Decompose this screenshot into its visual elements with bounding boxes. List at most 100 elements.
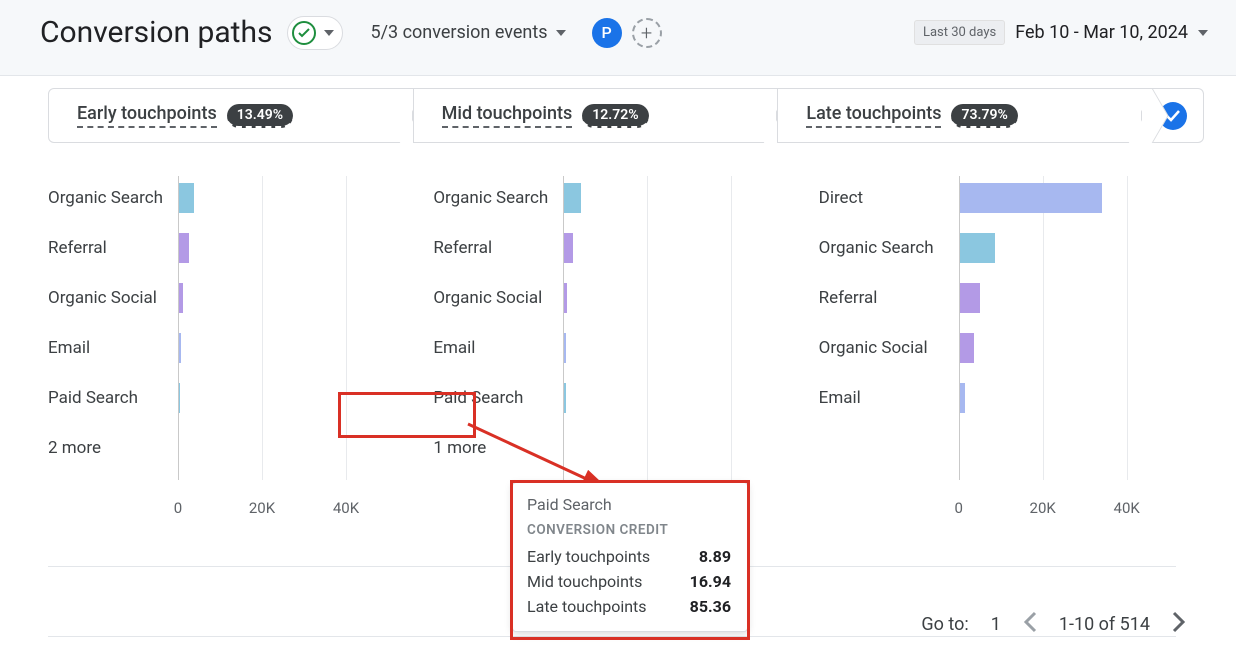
goto-page-input[interactable]: 1 xyxy=(991,614,1001,635)
bar[interactable] xyxy=(179,383,180,413)
segment-chip[interactable]: P xyxy=(592,18,622,48)
chart-early: Organic Search ReferralOrganic Social Emai… xyxy=(48,173,433,519)
chart-row-more[interactable]: 2 more xyxy=(48,423,433,473)
bar-track xyxy=(178,383,433,413)
tooltip-row-label: Mid touchpoints xyxy=(527,572,642,591)
chart-row: Organic Search xyxy=(48,173,433,223)
chart-more-label: 2 more xyxy=(48,438,178,458)
bar[interactable] xyxy=(564,283,567,313)
bar[interactable] xyxy=(564,333,566,363)
chart-row-label: Paid Search xyxy=(433,388,563,408)
chart-row-label: Organic Search xyxy=(819,238,959,258)
bar[interactable] xyxy=(179,183,194,213)
events-label: 5/3 conversion events xyxy=(371,22,548,43)
chart-row-label: Email xyxy=(433,338,563,358)
tooltip-row: Late touchpoints 85.36 xyxy=(527,594,731,619)
tooltip-row: Early touchpoints 8.89 xyxy=(527,544,731,569)
tab-pct-badge: 73.79% xyxy=(951,104,1017,128)
bar-track xyxy=(959,333,1204,363)
chart-row: Organic Social xyxy=(433,273,818,323)
page-range-text: 1-10 of 514 xyxy=(1059,614,1150,635)
chart-row: Direct xyxy=(819,173,1204,223)
chart-mid: Organic Search Referral Organic Social Emai… xyxy=(433,173,818,519)
dropdown-icon xyxy=(324,30,334,36)
bar-track xyxy=(563,383,818,413)
bar-track xyxy=(563,283,818,313)
tab-label: Late touchpoints xyxy=(806,103,941,128)
add-segment-button[interactable]: + xyxy=(632,18,662,48)
tooltip-row-value: 85.36 xyxy=(690,597,731,616)
chart-row-label: Organic Search xyxy=(48,188,178,208)
tooltip-row-label: Early touchpoints xyxy=(527,547,650,566)
x-tick: 0 xyxy=(954,499,962,517)
bar-track xyxy=(178,183,433,213)
tab-mid-touchpoints[interactable]: Mid touchpoints 12.72% xyxy=(413,88,778,143)
page-title: Conversion paths xyxy=(40,15,273,50)
bar[interactable] xyxy=(179,233,189,263)
chart-row-label: Organic Social xyxy=(819,338,959,358)
chart-row-more xyxy=(819,423,1204,473)
bar-track xyxy=(563,233,818,263)
touchpoint-tabs: Early touchpoints 13.49% Mid touchpoints… xyxy=(48,88,1204,143)
tab-pct-badge: 12.72% xyxy=(582,104,648,128)
bar-track xyxy=(959,383,1204,413)
chart-row: Referral xyxy=(48,223,433,273)
chart-row: Referral xyxy=(819,273,1204,323)
next-page-button[interactable] xyxy=(1172,611,1186,638)
chart-row-label: Paid Search xyxy=(48,388,178,408)
chips: P + xyxy=(592,18,662,48)
x-tick: 20K xyxy=(249,499,275,517)
x-axis: 0 20K 40K xyxy=(819,499,1204,519)
chart-row-label: Organic Social xyxy=(433,288,563,308)
tooltip-subtitle: CONVERSION CREDIT xyxy=(527,522,731,538)
tab-pct-badge: 13.49% xyxy=(227,104,293,128)
x-tick: 0 xyxy=(174,499,182,517)
x-tick: 40K xyxy=(1114,499,1140,517)
chart-row: Referral xyxy=(433,223,818,273)
chart-row: Paid Search xyxy=(48,373,433,423)
tab-label: Early touchpoints xyxy=(77,103,217,128)
prev-page-button[interactable] xyxy=(1023,611,1037,638)
chart-row: Email xyxy=(819,373,1204,423)
chart-row-more[interactable]: 1 more xyxy=(433,423,818,473)
tab-early-touchpoints[interactable]: Early touchpoints 13.49% xyxy=(48,88,413,143)
conversion-events-dropdown[interactable]: 5/3 conversion events xyxy=(371,22,566,43)
chart-row: Organic Social xyxy=(48,273,433,323)
x-tick: 20K xyxy=(1030,499,1056,517)
chart-row: Organic Search xyxy=(433,173,818,223)
chart-row-label: Direct xyxy=(819,188,959,208)
bar[interactable] xyxy=(960,183,1103,213)
bar[interactable] xyxy=(179,283,183,313)
chart-late: Direct Organic Search Referral Organic Soci… xyxy=(819,173,1204,519)
chart-row-label: Email xyxy=(819,388,959,408)
bar[interactable] xyxy=(960,283,980,313)
chart-row-label: Organic Search xyxy=(433,188,563,208)
x-tick: 40K xyxy=(333,499,359,517)
date-range-picker[interactable]: Last 30 days Feb 10 - Mar 10, 2024 xyxy=(914,20,1208,45)
chart-row: Organic Search xyxy=(819,223,1204,273)
chart-row: Organic Social xyxy=(819,323,1204,373)
status-pill[interactable] xyxy=(287,16,343,50)
bar-track xyxy=(959,233,1204,263)
date-range-text: Feb 10 - Mar 10, 2024 xyxy=(1015,22,1188,43)
bar[interactable] xyxy=(960,333,975,363)
bar-track xyxy=(178,233,433,263)
bar-track xyxy=(178,333,433,363)
tab-late-touchpoints[interactable]: Late touchpoints 73.79% xyxy=(777,88,1142,143)
bar[interactable] xyxy=(564,183,581,213)
bar[interactable] xyxy=(960,383,965,413)
bar[interactable] xyxy=(564,233,572,263)
check-circle-icon xyxy=(292,21,316,45)
chart-row-label: Email xyxy=(48,338,178,358)
charts-row: Organic SearchReferralOrganic SocialEmai… xyxy=(48,173,1204,519)
tooltip-row-value: 16.94 xyxy=(690,572,731,591)
top-header: Conversion paths 5/3 conversion events P… xyxy=(0,0,1236,76)
bar[interactable] xyxy=(960,233,996,263)
bar[interactable] xyxy=(179,333,181,363)
bar-track xyxy=(563,183,818,213)
chart-more-label: 1 more xyxy=(433,438,563,458)
bar[interactable] xyxy=(564,383,565,413)
chart-row: Email xyxy=(48,323,433,373)
dropdown-icon xyxy=(556,30,566,36)
x-axis: 0 20K 40K xyxy=(48,499,433,519)
